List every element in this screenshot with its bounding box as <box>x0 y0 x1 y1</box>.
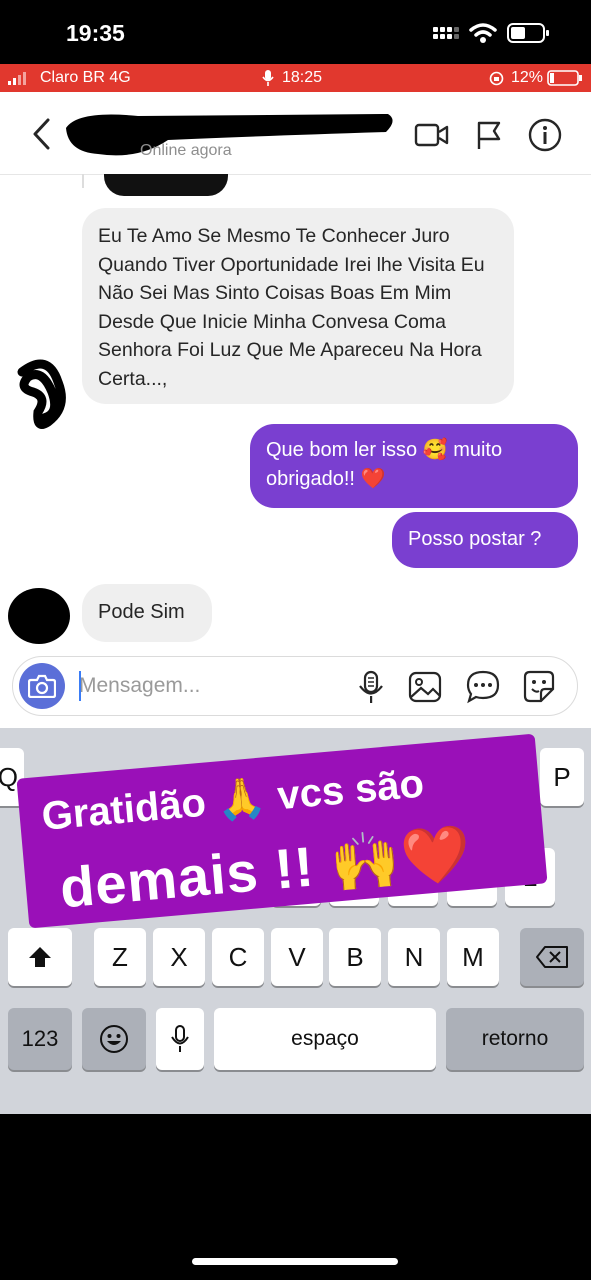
dictation-key[interactable] <box>156 1008 204 1070</box>
battery-icon <box>507 23 549 43</box>
key-p[interactable]: P <box>540 748 584 806</box>
redacted-avatar <box>8 588 70 644</box>
video-call-icon[interactable] <box>414 122 450 148</box>
incoming-message[interactable]: Pode Sim <box>82 584 212 642</box>
inner-status-bar: Claro BR 4G 18:25 12% <box>0 64 591 92</box>
microphone-icon[interactable] <box>353 669 389 705</box>
device-clock: 19:35 <box>66 20 125 46</box>
gallery-icon[interactable] <box>407 669 443 705</box>
battery-percent: 12% <box>510 69 543 86</box>
text-caret <box>79 671 81 701</box>
key-c[interactable]: C <box>212 928 264 986</box>
message-composer <box>12 656 578 716</box>
microphone-recording-icon <box>262 70 274 86</box>
message-input[interactable] <box>79 673 339 699</box>
dictation-microphone-icon <box>171 1025 189 1052</box>
screenshot-content: Claro BR 4G 18:25 12% Online agora Eu Te… <box>0 64 591 1114</box>
chat-bubble-icon[interactable] <box>465 669 501 705</box>
backspace-icon <box>536 946 568 968</box>
emoji-key[interactable] <box>82 1008 146 1070</box>
numbers-key[interactable]: 123 <box>8 1008 72 1070</box>
camera-icon <box>28 674 56 698</box>
device-status-bar: 19:35 <box>0 0 591 64</box>
home-indicator[interactable] <box>192 1258 398 1265</box>
cell-signal-icon <box>8 72 26 85</box>
rotation-lock-icon <box>489 71 504 86</box>
key-b[interactable]: B <box>329 928 381 986</box>
emoji-icon <box>100 1025 128 1053</box>
back-chevron-icon[interactable] <box>30 114 54 154</box>
signal-dots-icon <box>433 27 459 39</box>
info-icon[interactable] <box>528 118 562 152</box>
space-key[interactable]: espaço <box>214 1008 436 1070</box>
previous-message-bubble <box>104 174 228 196</box>
key-x[interactable]: X <box>153 928 205 986</box>
return-key[interactable]: retorno <box>446 1008 584 1070</box>
shift-arrow-icon <box>29 947 51 967</box>
redacted-avatar <box>17 359 66 429</box>
inner-battery-icon <box>547 70 582 86</box>
inner-clock: 18:25 <box>282 69 323 86</box>
presence-status: Online agora <box>140 142 232 159</box>
key-m[interactable]: M <box>447 928 499 986</box>
outgoing-message[interactable]: Posso postar ? <box>392 512 578 568</box>
carrier-label: Claro BR 4G <box>40 69 131 86</box>
thread-divider <box>82 174 84 188</box>
chat-header: Online agora <box>0 92 591 175</box>
shift-key[interactable] <box>8 928 72 986</box>
sticker-icon[interactable] <box>521 669 557 705</box>
key-v[interactable]: V <box>271 928 323 986</box>
key-z[interactable]: Z <box>94 928 146 986</box>
flag-icon[interactable] <box>476 120 502 150</box>
key-n[interactable]: N <box>388 928 440 986</box>
wifi-icon <box>469 23 497 43</box>
backspace-key[interactable] <box>520 928 584 986</box>
device-status-icons <box>433 22 551 44</box>
camera-button[interactable] <box>19 663 65 709</box>
outgoing-message[interactable]: Que bom ler isso 🥰 muito obrigado!! ❤️ <box>250 424 578 508</box>
incoming-message[interactable]: Eu Te Amo Se Mesmo Te Conhecer Juro Quan… <box>82 208 514 404</box>
